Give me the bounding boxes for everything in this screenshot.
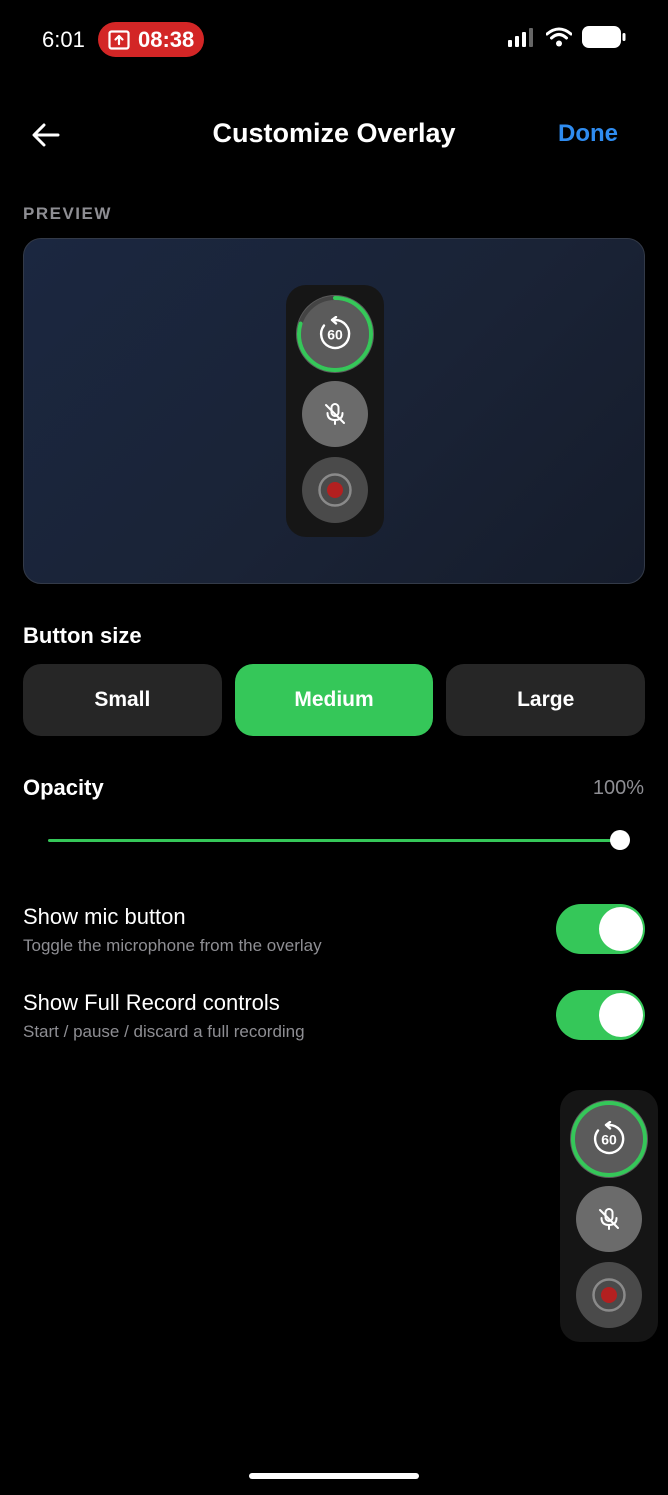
battery-icon (582, 26, 626, 48)
toggle-subtitle: Start / pause / discard a full recording (23, 1022, 305, 1041)
status-time: 6:01 (42, 27, 85, 52)
switch-knob (599, 993, 643, 1037)
preview-record-button (302, 457, 368, 523)
upload-icon (108, 29, 130, 50)
mic-off-icon (599, 1208, 619, 1230)
toggle-row-show-mic: Show mic button Toggle the microphone fr… (23, 902, 645, 966)
toggle-subtitle: Toggle the microphone from the overlay (23, 936, 322, 955)
record-icon (592, 1278, 626, 1312)
slider-track (48, 839, 620, 842)
recording-timer: 08:38 (138, 26, 195, 52)
size-option-small[interactable]: Small (23, 664, 222, 736)
preview-mic-button (302, 381, 368, 447)
header: Customize Overlay Done (0, 100, 668, 170)
overlay-preview: 60 (23, 238, 645, 584)
toggle-title: Show Full Record controls (23, 990, 280, 1015)
size-option-large[interactable]: Large (446, 664, 646, 736)
floating-overlay-panel[interactable]: 60 (560, 1090, 658, 1342)
record-icon (318, 473, 352, 507)
button-size-selector: Small Medium Large (23, 664, 646, 736)
toggle-row-full-record: Show Full Record controls Start / pause … (23, 988, 645, 1052)
toggle-title: Show mic button (23, 904, 186, 929)
wifi-icon (546, 27, 572, 47)
opacity-slider[interactable] (48, 828, 630, 852)
opacity-label: Opacity (23, 775, 104, 800)
full-record-switch[interactable] (556, 990, 645, 1040)
slider-thumb[interactable] (610, 830, 630, 850)
cellular-signal-icon (508, 28, 533, 47)
floating-record-button[interactable] (576, 1262, 642, 1328)
done-button[interactable]: Done (558, 120, 618, 148)
button-size-label: Button size (23, 623, 142, 648)
mic-off-icon (325, 403, 345, 425)
home-indicator[interactable] (249, 1473, 419, 1479)
replay-60-icon: 60 (593, 1121, 625, 1155)
preview-overlay-panel: 60 (286, 285, 384, 537)
preview-replay-button: 60 (296, 295, 374, 373)
status-bar: 6:01 08:38 (0, 0, 668, 80)
replay-seconds: 60 (327, 327, 343, 343)
switch-knob (599, 907, 643, 951)
preview-section-label: PREVIEW (23, 204, 112, 223)
screen-recording-pill[interactable]: 08:38 (98, 22, 204, 57)
system-icons (508, 26, 626, 48)
replay-60-icon: 60 (319, 316, 351, 350)
floating-mic-button[interactable] (576, 1186, 642, 1252)
opacity-value: 100% (592, 777, 644, 799)
replay-seconds: 60 (601, 1132, 617, 1148)
floating-replay-button[interactable]: 60 (570, 1100, 648, 1178)
show-mic-switch[interactable] (556, 904, 645, 954)
size-option-medium[interactable]: Medium (234, 664, 434, 736)
